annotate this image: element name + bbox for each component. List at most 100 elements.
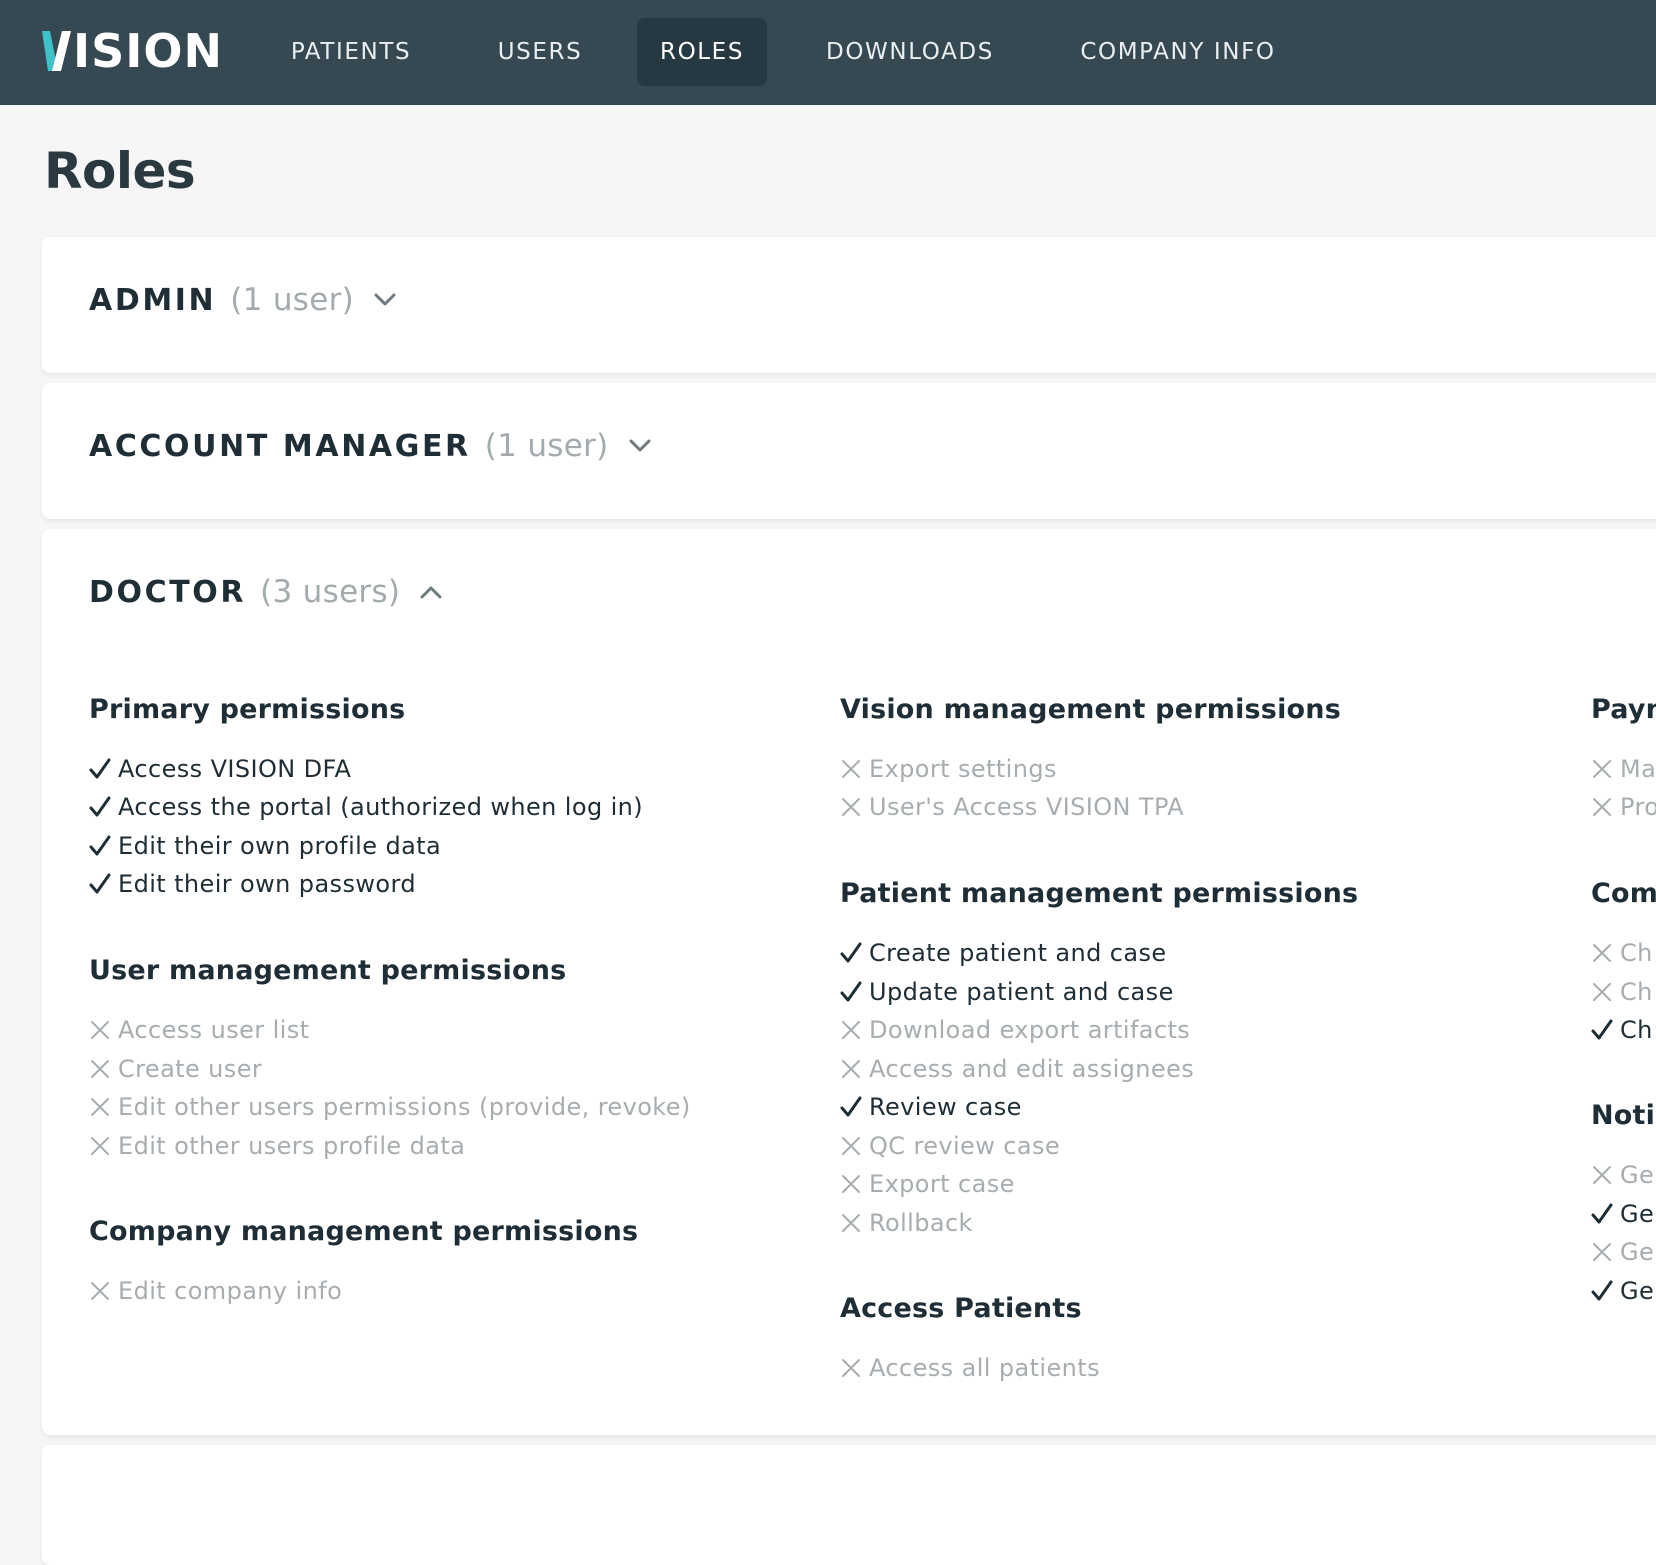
permission-label: Ge: [1620, 1161, 1655, 1189]
permission-label: Ch: [1620, 939, 1653, 967]
permission-item: Access all patients: [840, 1353, 1100, 1383]
cross-icon: [842, 1214, 860, 1232]
role-user-count: (1 user): [484, 428, 609, 464]
chevron-down-icon: [374, 293, 396, 306]
permission-item: Access and edit assignees: [840, 1054, 1194, 1084]
permission-item: Ge: [1591, 1276, 1654, 1306]
cross-icon: [91, 1060, 109, 1078]
permission-item: Export settings: [840, 754, 1057, 784]
permission-item: Create patient and case: [840, 938, 1167, 968]
check-icon: [840, 942, 862, 963]
nav-item-roles[interactable]: ROLES: [637, 18, 767, 86]
role-header-account-manager[interactable]: ACCOUNT MANAGER (1 user): [89, 428, 651, 464]
permission-label: Access the portal (authorized when log i…: [118, 793, 644, 821]
permission-item: Ch: [1591, 977, 1653, 1007]
permission-item: Update patient and case: [840, 977, 1174, 1007]
permission-item: Edit company info: [89, 1276, 342, 1306]
permission-group-title: Vision management permissions: [840, 694, 1341, 725]
check-icon: [89, 835, 111, 856]
role-card-doctor: DOCTOR (3 users) Primary permissions Acc…: [42, 529, 1656, 1435]
permission-item: Ch: [1591, 1015, 1653, 1045]
permission-group-title: Payn: [1591, 694, 1656, 725]
permission-label: Edit other users permissions (provide, r…: [118, 1093, 691, 1121]
nav-label: ROLES: [659, 39, 745, 65]
permission-label: Access user list: [118, 1016, 310, 1044]
permission-label: Edit their own password: [118, 870, 416, 898]
permission-item: Edit their own password: [89, 869, 416, 899]
cross-icon: [1593, 1243, 1611, 1261]
check-icon: [840, 981, 862, 1002]
permission-item: Edit their own profile data: [89, 831, 441, 861]
role-card-next: [42, 1445, 1656, 1565]
permission-label: Create patient and case: [869, 939, 1167, 967]
permission-item: Access the portal (authorized when log i…: [89, 792, 643, 822]
logo-v-mark: [42, 31, 71, 71]
cross-icon: [842, 1359, 860, 1377]
role-card-admin: ADMIN (1 user): [42, 237, 1656, 373]
permission-label: Ma: [1620, 755, 1656, 783]
cross-icon: [842, 760, 860, 778]
cross-icon: [842, 1137, 860, 1155]
permission-group-title: Company management permissions: [89, 1216, 639, 1247]
permission-label: Edit company info: [118, 1277, 343, 1305]
permission-label: QC review case: [869, 1132, 1061, 1160]
role-name: ACCOUNT MANAGER: [89, 428, 471, 464]
permission-label: Export case: [869, 1170, 1015, 1198]
permission-label: Edit other users profile data: [118, 1132, 466, 1160]
nav-label: PATIENTS: [290, 39, 412, 65]
permission-group-title: Noti: [1591, 1100, 1656, 1131]
permission-group-title: User management permissions: [89, 955, 567, 986]
check-icon: [89, 873, 111, 894]
permission-item: Ch: [1591, 938, 1653, 968]
vision-logo[interactable]: ISION: [42, 24, 223, 78]
permission-label: Ge: [1620, 1238, 1655, 1266]
permission-item: Ma: [1591, 754, 1656, 784]
nav-label: DOWNLOADS: [826, 39, 994, 65]
permission-item: QC review case: [840, 1131, 1060, 1161]
nav-item-company-info[interactable]: COMPANY INFO: [1058, 18, 1298, 86]
nav-item-downloads[interactable]: DOWNLOADS: [800, 18, 1020, 86]
permission-label: Access all patients: [869, 1354, 1100, 1382]
cross-icon: [842, 1175, 860, 1193]
cross-icon: [91, 1137, 109, 1155]
cross-icon: [1593, 760, 1611, 778]
page-title: Roles: [44, 142, 196, 200]
check-icon: [840, 1096, 862, 1117]
top-navigation-bar: ISION PATIENTS USERS ROLES DOWNLOADS COM…: [0, 0, 1656, 105]
permission-item: Create user: [89, 1054, 262, 1084]
permission-item: Review case: [840, 1092, 1022, 1122]
check-icon: [1591, 1203, 1613, 1224]
cross-icon: [1593, 944, 1611, 962]
cross-icon: [842, 798, 860, 816]
chevron-down-icon: [629, 439, 651, 452]
cross-icon: [1593, 983, 1611, 1001]
role-user-count: (1 user): [230, 282, 355, 318]
permission-item: Export case: [840, 1169, 1015, 1199]
cross-icon: [842, 1021, 860, 1039]
check-icon: [1591, 1280, 1613, 1301]
permission-group-title: Com: [1591, 878, 1656, 909]
check-icon: [1591, 1019, 1613, 1040]
cross-icon: [91, 1282, 109, 1300]
role-card-account-manager: ACCOUNT MANAGER (1 user): [42, 383, 1656, 519]
nav-item-patients[interactable]: PATIENTS: [272, 18, 430, 86]
permission-item: Download export artifacts: [840, 1015, 1190, 1045]
cross-icon: [91, 1021, 109, 1039]
permission-item: User's Access VISION TPA: [840, 792, 1184, 822]
permission-label: Review case: [869, 1093, 1022, 1121]
cross-icon: [91, 1098, 109, 1116]
cross-icon: [1593, 798, 1611, 816]
permission-label: Create user: [118, 1055, 263, 1083]
permission-item: Access VISION DFA: [89, 754, 351, 784]
nav-label: USERS: [497, 39, 583, 65]
permission-label: Access and edit assignees: [869, 1055, 1195, 1083]
permission-group-title: Access Patients: [840, 1293, 1082, 1324]
role-header-admin[interactable]: ADMIN (1 user): [89, 282, 396, 318]
permission-label: Ch: [1620, 978, 1653, 1006]
nav-item-users[interactable]: USERS: [478, 18, 602, 86]
permission-label: Rollback: [869, 1209, 973, 1237]
permission-group-title: Primary permissions: [89, 694, 406, 725]
cross-icon: [842, 1060, 860, 1078]
permission-item: Pro: [1591, 792, 1656, 822]
permissions-column-1: Primary permissions Access VISION DFA Ac…: [89, 529, 789, 1429]
